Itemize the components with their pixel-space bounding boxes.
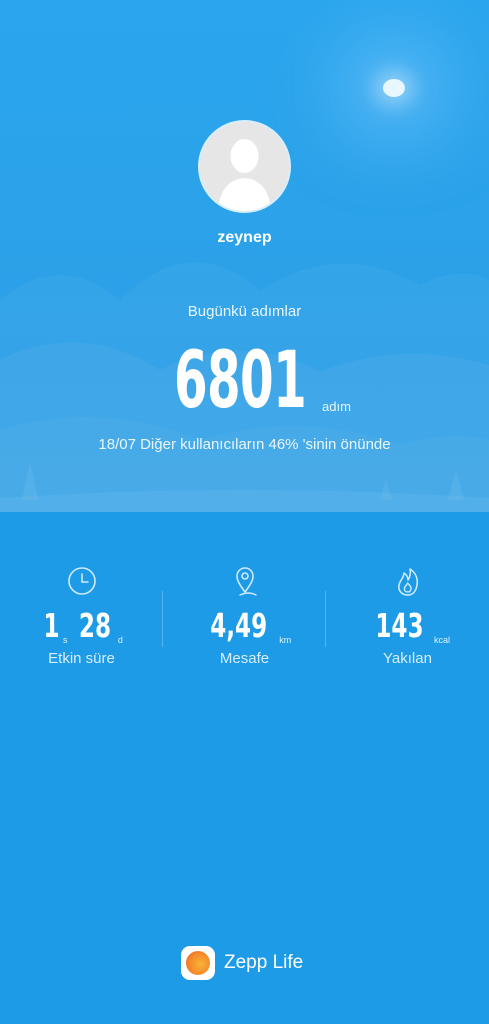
calories-unit: kcal [433,635,450,645]
distance-unit: km [279,635,292,645]
active-hours-value: 1 [43,606,60,645]
default-avatar-icon [200,122,289,211]
steps-unit: adım [322,399,351,414]
calories-label: Yakılan [383,650,432,667]
distance-label: Mesafe [219,650,270,667]
active-minutes-unit: d [117,635,123,645]
active-time-label: Etkin süre [48,650,115,667]
stat-distance[interactable]: 4,49 km Mesafe [163,560,326,680]
active-minutes-value: 28 [78,606,112,645]
flame-icon [397,568,418,596]
distance-value: 4,49 [209,606,267,645]
clock-icon [67,567,96,595]
avatar[interactable] [198,120,291,213]
brand-name: Zepp Life [224,952,304,973]
today-steps-label: Bugünkü adımlar [187,303,302,320]
steps-value: 6801 [174,336,307,426]
stats-row: 1s 28 d Etkin süre 4,49 km Mesafe 143 kcal … [0,560,489,680]
steps-summary[interactable]: 6801 adım [0,342,489,422]
stat-burned[interactable]: 143 kcal Yakılan [326,560,489,680]
calories-value: 143 [375,606,424,645]
location-pin-icon [235,567,257,596]
sun-decoration [383,79,405,97]
rank-text: 18/07 Diğer kullanıcıların 46% 'sinin ön… [98,436,391,453]
brand-footer: Zepp Life [0,946,489,980]
active-hours-unit: s [63,635,68,645]
zepp-life-logo-icon [181,946,215,980]
stat-active-time[interactable]: 1s 28 d Etkin süre [0,560,163,680]
username: zeynep [217,229,272,246]
